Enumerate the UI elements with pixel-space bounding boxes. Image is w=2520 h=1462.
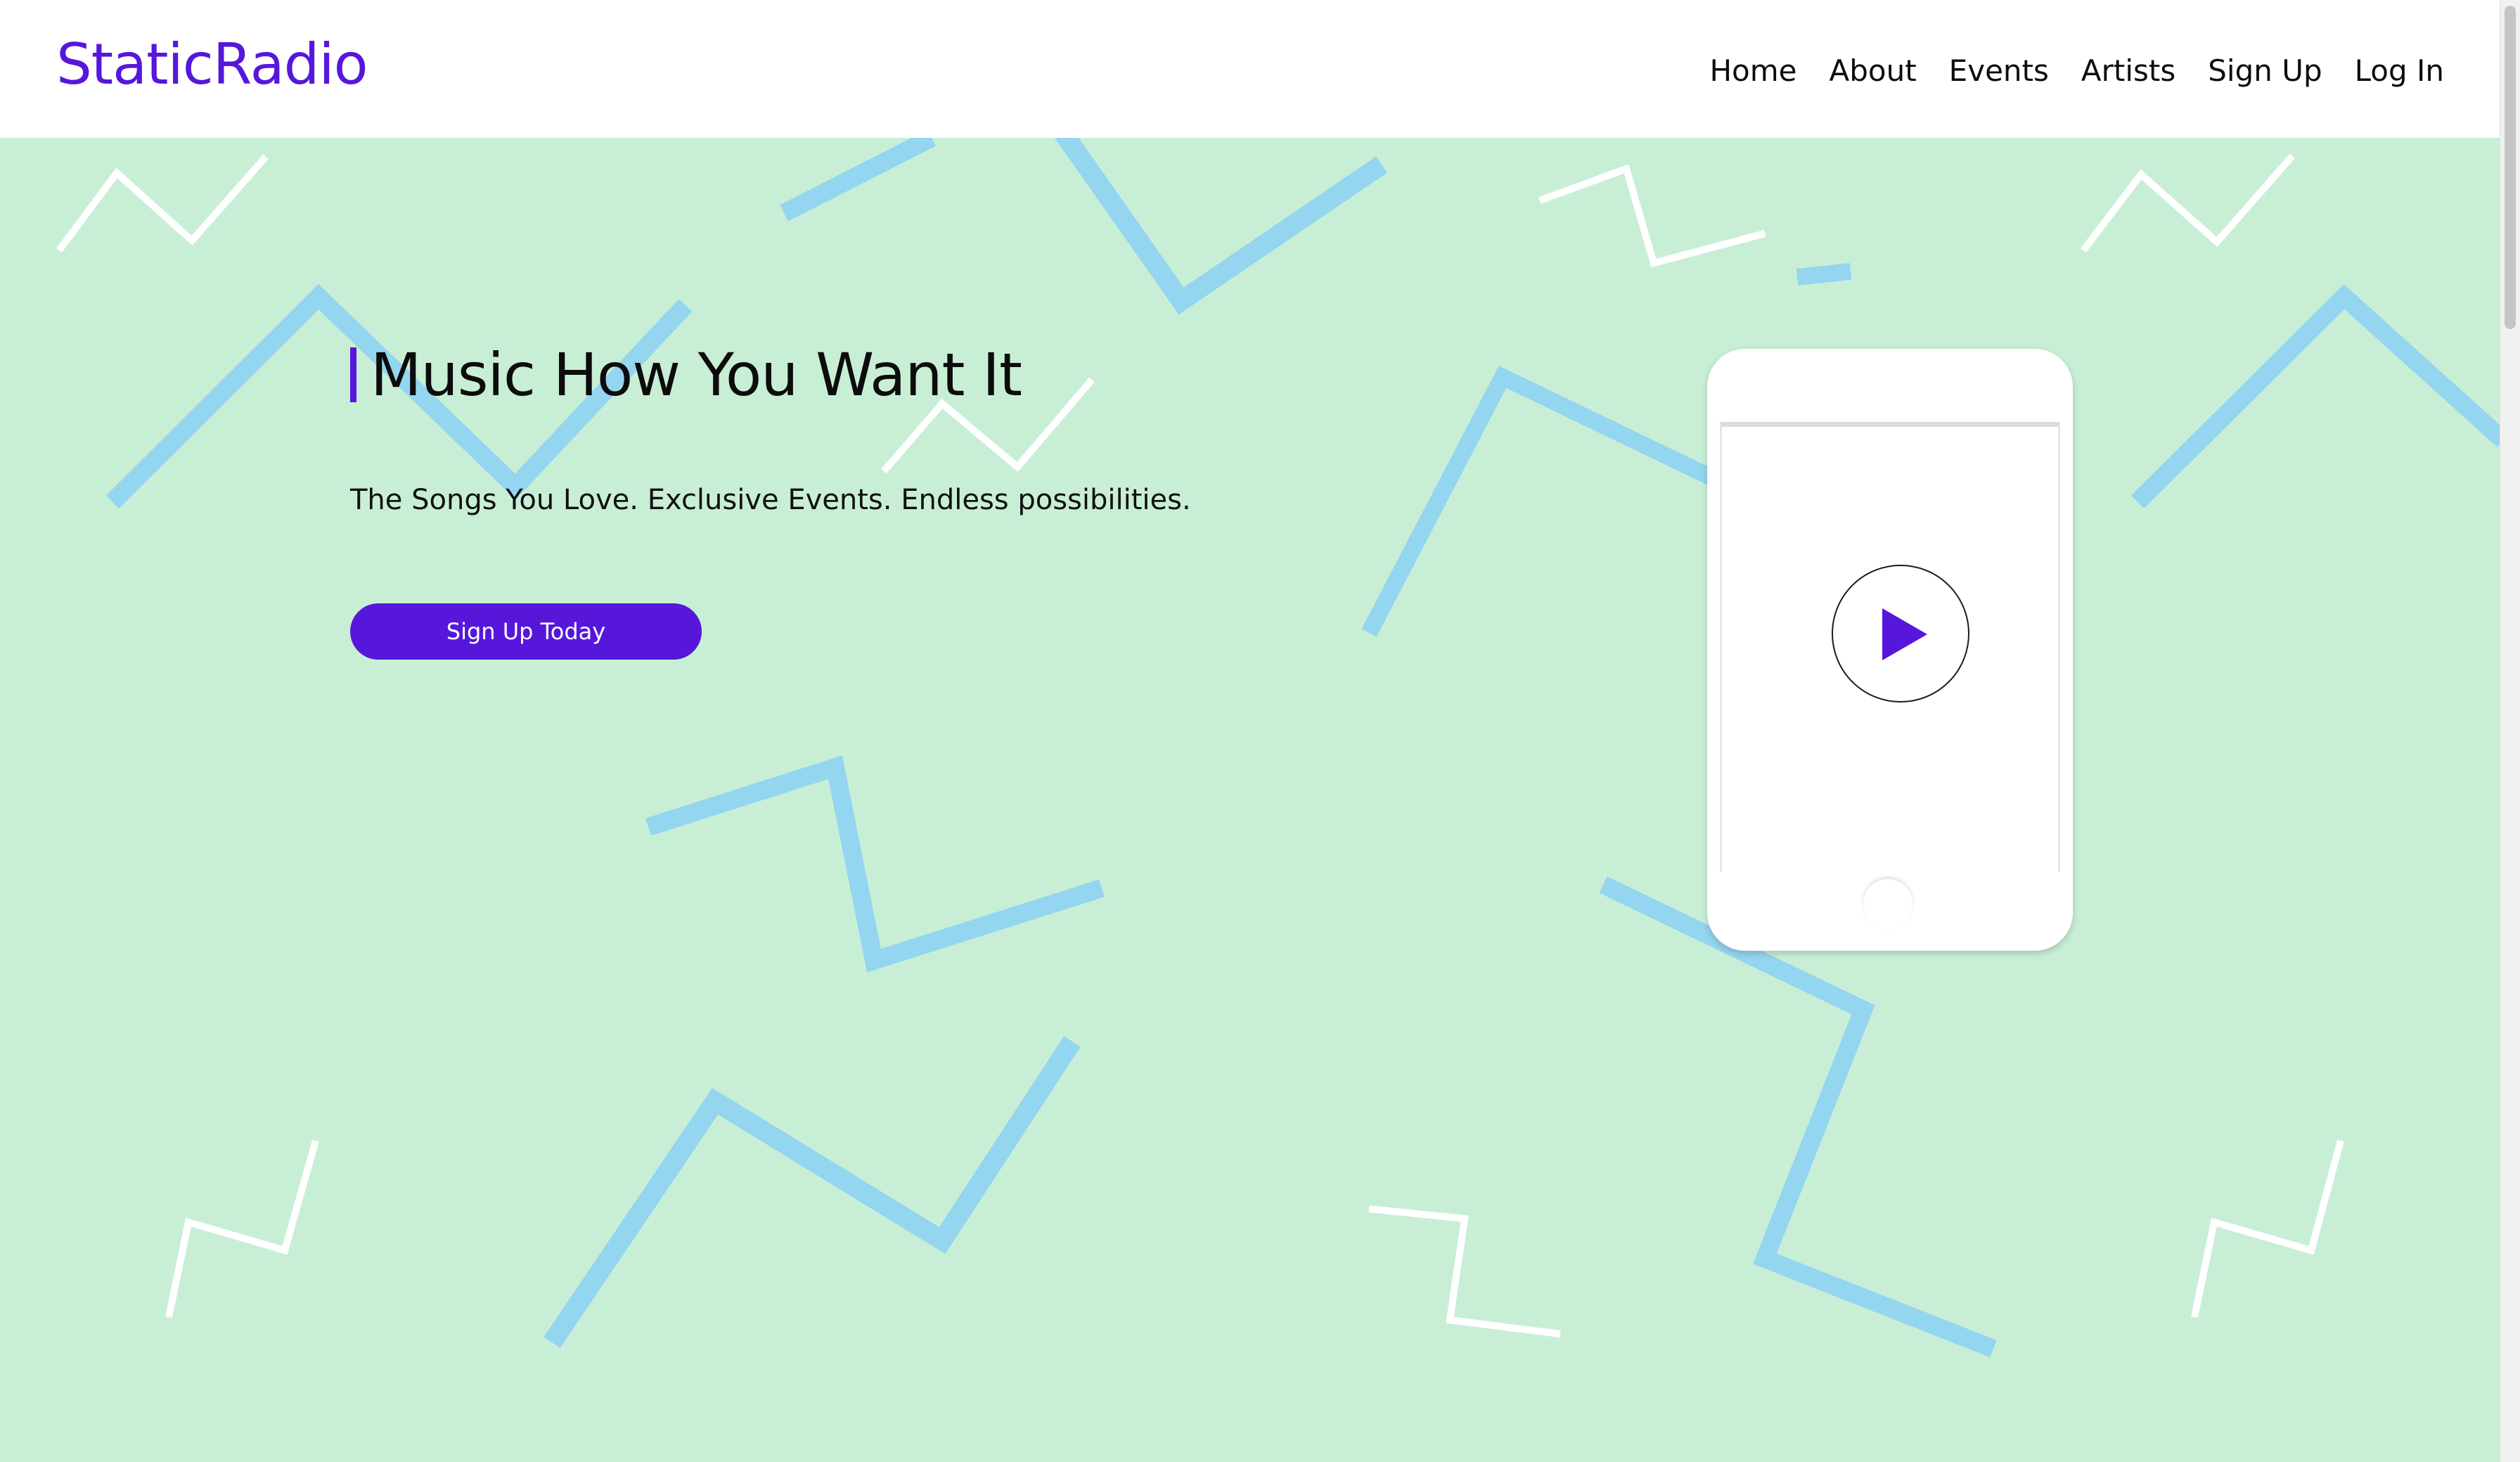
nav-login-link[interactable]: Log In [2355,56,2444,86]
zigzag-decor [645,755,1105,973]
zigzag-decor [2081,153,2295,253]
brand-logo[interactable]: StaticRadio [56,37,368,93]
zigzag-decor [165,1139,319,1319]
nav-events-link[interactable]: Events [1949,56,2049,86]
hero-tagline: The Songs You Love. Exclusive Events. En… [350,484,1191,516]
vertical-scrollbar[interactable] [2500,0,2520,1462]
headline-accent-bar [350,347,356,402]
zigzag-decor [1796,263,1852,286]
scrollbar-thumb[interactable] [2505,6,2516,329]
zigzag-decor [544,1036,1081,1348]
zigzag-decor [1368,1205,1561,1338]
play-icon [1882,608,1927,660]
nav-signup-link[interactable]: Sign Up [2208,56,2322,86]
phone-illustration [1707,349,2073,951]
main-nav: Home About Events Artists Sign Up Log In [1709,56,2444,86]
zigzag-background-decoration [56,138,2500,1358]
nav-home-link[interactable]: Home [1709,56,1796,86]
phone-screen [1720,422,2060,872]
zigzag-decor [1054,138,1387,315]
zigzag-decor [1599,876,1997,1358]
sign-up-today-button[interactable]: Sign Up Today [350,603,702,660]
zigzag-decor [2130,284,2500,509]
play-button[interactable] [1832,565,1969,703]
top-navbar: StaticRadio Home About Events Artists Si… [0,0,2500,138]
nav-about-link[interactable]: About [1829,56,1916,86]
zigzag-decor [1361,366,1720,637]
phone-home-button [1863,879,1912,928]
zigzag-decor [1538,164,1766,268]
zigzag-decor [780,138,936,222]
zigzag-decor [56,154,269,252]
zigzag-decor [2191,1139,2344,1319]
nav-artists-link[interactable]: Artists [2081,56,2175,86]
hero-section: Music How You Want It The Songs You Love… [0,138,2500,1462]
hero-headline: Music How You Want It [350,345,1022,404]
hero-title: Music How You Want It [371,340,1022,409]
